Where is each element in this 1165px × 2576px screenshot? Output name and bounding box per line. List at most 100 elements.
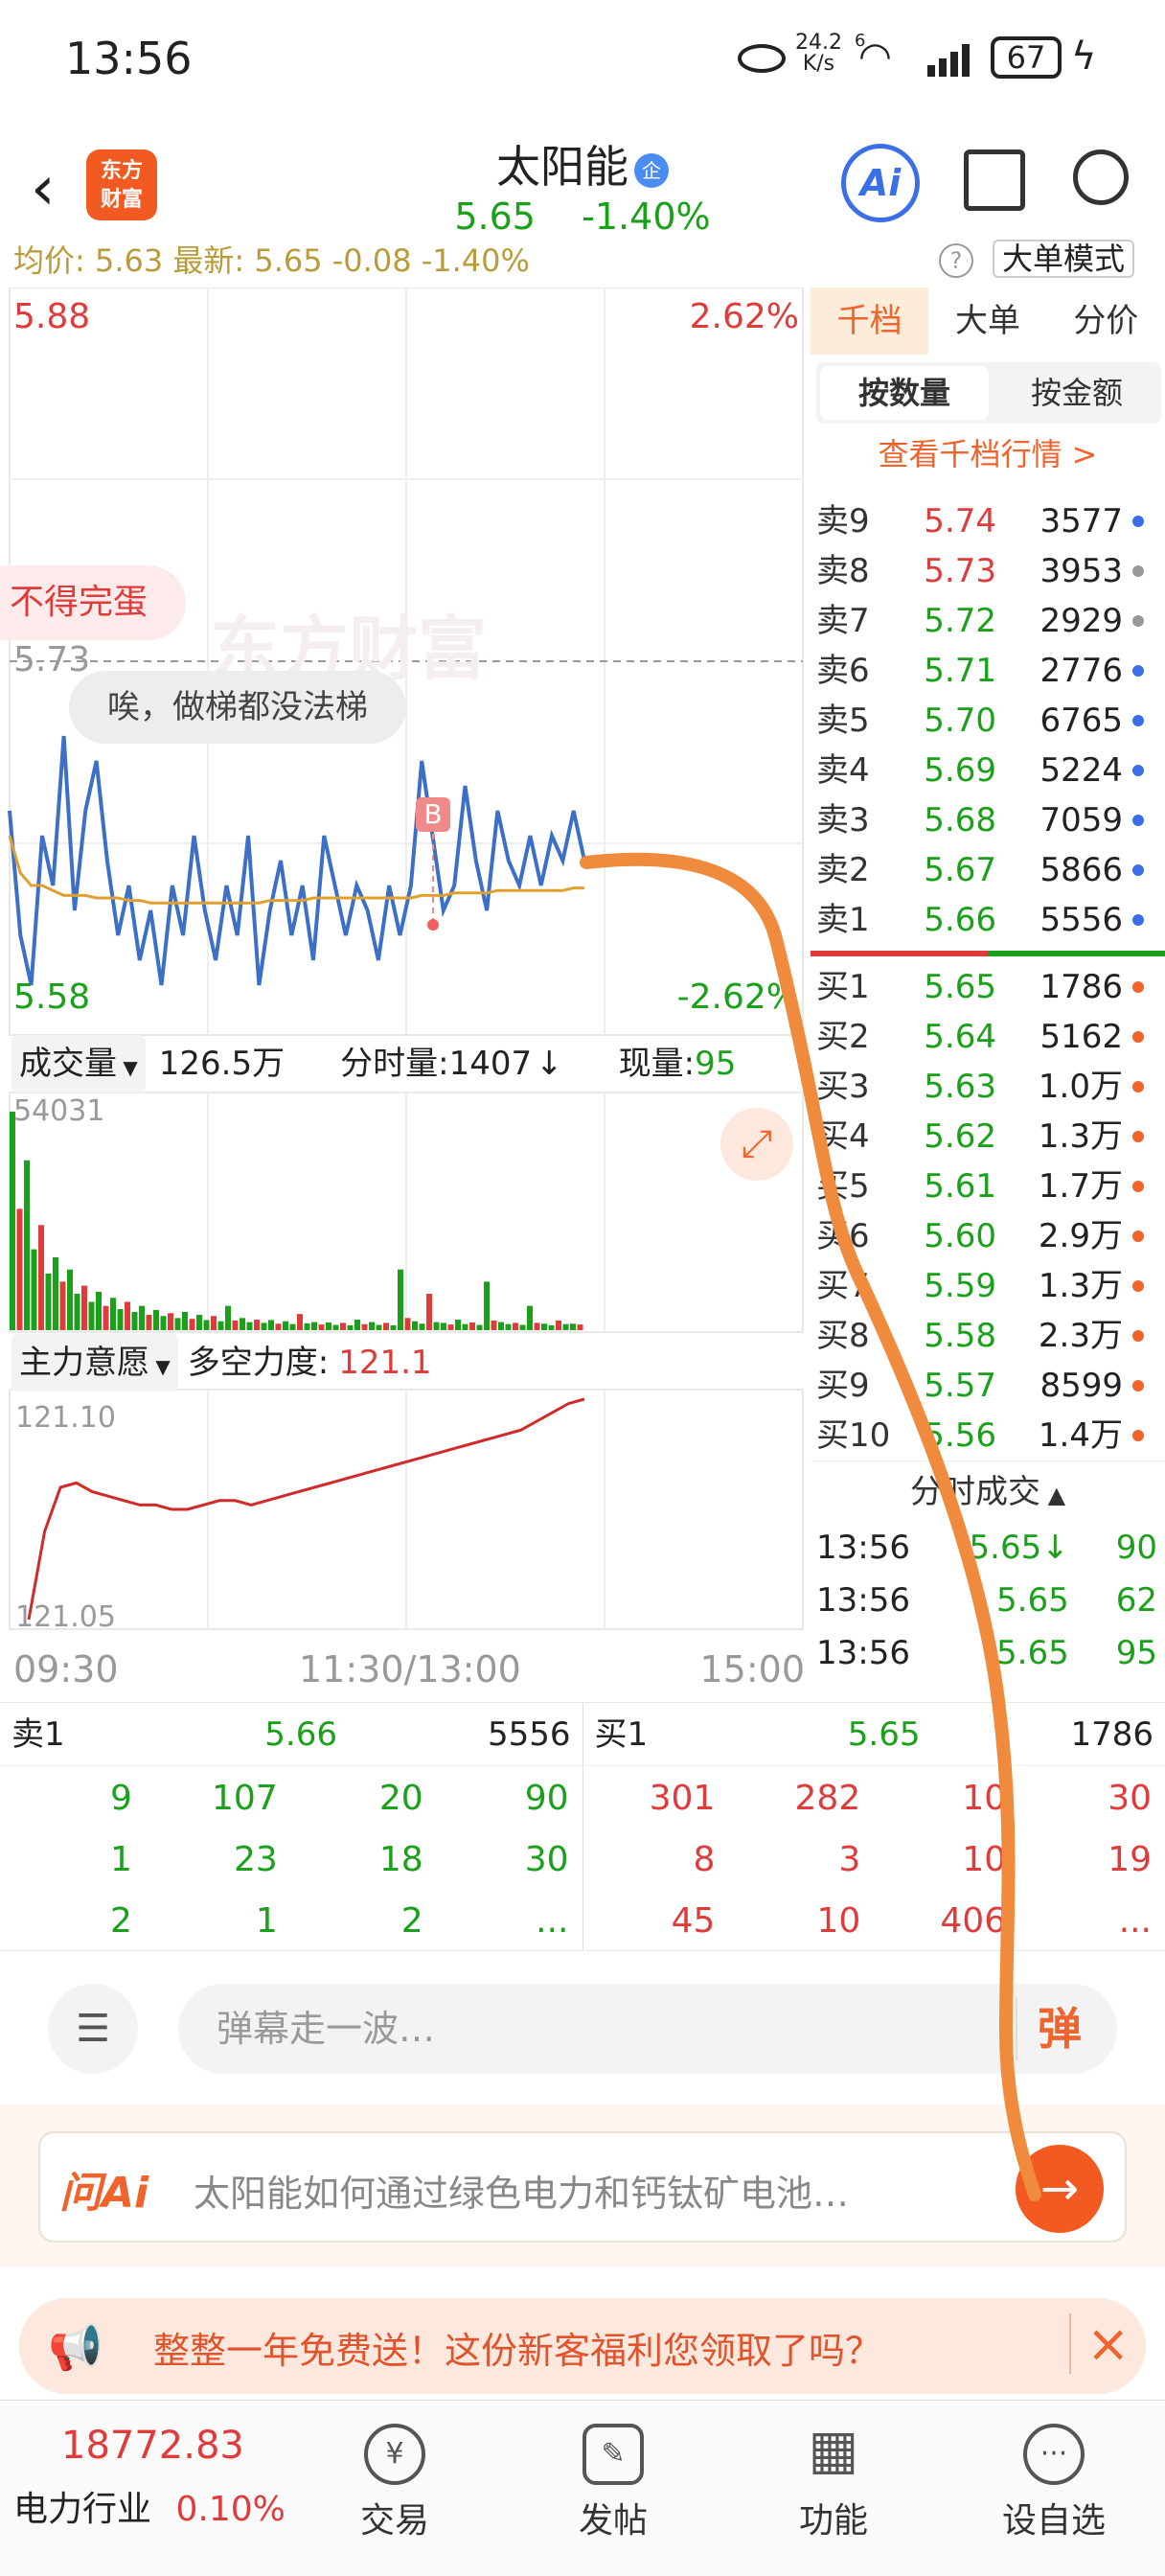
volume-selector[interactable]: 成交量 ▼ xyxy=(11,1035,146,1092)
order-row[interactable]: 卖1 5.66 5556 xyxy=(811,895,1165,945)
volume-bar xyxy=(318,1324,325,1330)
order-dot-icon xyxy=(1132,665,1144,677)
order-level-label: 卖1 xyxy=(816,901,870,939)
charging-icon: ϟ xyxy=(1071,34,1097,79)
nav-trade[interactable]: ¥ 交易 xyxy=(299,2401,491,2542)
queue-cell: 20 xyxy=(378,1779,423,1818)
order-row[interactable]: 买7 5.59 1.3万 xyxy=(811,1261,1165,1311)
order-volume: 5556 xyxy=(1039,901,1123,939)
order-row[interactable]: 卖7 5.72 2929 xyxy=(811,596,1165,646)
help-icon[interactable]: ? xyxy=(939,243,973,278)
volume-bar xyxy=(153,1309,159,1330)
volume-bar xyxy=(261,1322,267,1330)
order-row[interactable]: 卖3 5.68 7059 xyxy=(811,795,1165,845)
ask-ai-input[interactable]: 问Ai 太阳能如何通过绿色电力和钙钛矿电池… → xyxy=(38,2131,1127,2242)
share-icon[interactable] xyxy=(964,150,1025,211)
volume-bar xyxy=(354,1320,360,1330)
ai-button[interactable]: Ai xyxy=(841,144,920,222)
expand-icon[interactable]: ⤢ xyxy=(720,1108,793,1181)
nav-functions[interactable]: ▦ 功能 xyxy=(738,2401,929,2542)
tab-depth[interactable]: 千档 xyxy=(811,288,929,355)
volume-bar xyxy=(139,1305,145,1330)
order-row[interactable]: 买8 5.58 2.3万 xyxy=(811,1311,1165,1361)
order-row[interactable]: 买9 5.57 8599 xyxy=(811,1361,1165,1411)
mode-button[interactable]: 大单模式 xyxy=(993,240,1135,278)
close-icon[interactable]: × xyxy=(1069,2313,1130,2374)
order-row[interactable]: 卖9 5.74 3577 xyxy=(811,496,1165,546)
order-level-label: 卖6 xyxy=(816,652,870,690)
order-row[interactable]: 买6 5.60 2.9万 xyxy=(811,1211,1165,1261)
comment-bubble[interactable]: 唉，做梯都没法梯 xyxy=(69,671,406,744)
volume-bar xyxy=(361,1323,368,1330)
order-row[interactable]: 卖2 5.67 5866 xyxy=(811,845,1165,895)
subtab-by-amount[interactable]: 按金额 xyxy=(993,362,1161,424)
trade-row: 13:56 5.65 62 xyxy=(811,1575,1165,1627)
trades-header[interactable]: 分时成交 ▲ xyxy=(811,1460,1165,1522)
queue-cell: 107 xyxy=(212,1779,278,1818)
order-row[interactable]: 卖5 5.70 6765 xyxy=(811,696,1165,746)
nav-watchlist[interactable]: ··· 设自选 xyxy=(958,2401,1150,2542)
volume-bar xyxy=(369,1322,375,1330)
send-arrow-icon[interactable]: → xyxy=(1016,2145,1104,2233)
tab-price-dist[interactable]: 分价 xyxy=(1047,288,1165,355)
order-dot-icon xyxy=(1132,1430,1144,1441)
order-row[interactable]: 买4 5.62 1.3万 xyxy=(811,1112,1165,1162)
down-arrow-icon: ↓ xyxy=(536,1045,563,1083)
force-label: 多空力度: xyxy=(187,1344,330,1382)
queue-cell: 23 xyxy=(233,1840,278,1879)
nav-trade-label: 交易 xyxy=(359,2501,429,2541)
volume-bar xyxy=(103,1305,109,1330)
force-bottom-label: 121.05 xyxy=(15,1600,116,1634)
order-level-label: 卖8 xyxy=(816,552,870,590)
order-level-label: 买2 xyxy=(816,1018,870,1056)
intraday-chart-area[interactable]: 5.88 2.62% 5.73 5.58 -2.62% 东方财富 不得完蛋 唉，… xyxy=(0,288,805,1701)
order-row[interactable]: 买5 5.61 1.7万 xyxy=(811,1162,1165,1211)
order-dot-icon xyxy=(1132,565,1144,577)
order-row[interactable]: 买3 5.63 1.0万 xyxy=(811,1062,1165,1112)
volume-bar xyxy=(217,1321,224,1330)
order-dot-icon xyxy=(1132,1081,1144,1092)
order-price: 5.70 xyxy=(924,702,996,740)
nav-post[interactable]: ✎ 发帖 xyxy=(517,2401,709,2542)
order-price: 5.61 xyxy=(924,1167,996,1206)
comment-bubble[interactable]: 不得完蛋 xyxy=(0,565,187,640)
index-summary[interactable]: 18772.83 电力行业 0.10% xyxy=(0,2424,307,2531)
promo-banner[interactable]: 📢 整整一年免费送！这份新客福利您领取了吗？ × xyxy=(19,2298,1146,2394)
order-dot-icon xyxy=(1132,864,1144,876)
stock-name: 太阳能 xyxy=(496,141,628,193)
order-level-label: 卖7 xyxy=(816,602,870,640)
order-row[interactable]: 买1 5.65 1786 xyxy=(811,962,1165,1012)
time-axis-start: 09:30 xyxy=(13,1648,119,1690)
subtab-by-quantity[interactable]: 按数量 xyxy=(820,366,989,420)
danmu-send-button[interactable]: 弹 xyxy=(1016,1997,1102,2060)
order-row[interactable]: 卖4 5.69 5224 xyxy=(811,746,1165,795)
queue-cell: 18 xyxy=(378,1840,423,1879)
pct-top-label: 2.62% xyxy=(689,297,799,336)
order-row[interactable]: 卖8 5.73 3953 xyxy=(811,546,1165,596)
order-row[interactable]: 买10 5.56 1.4万 xyxy=(811,1411,1165,1460)
order-row[interactable]: 卖6 5.71 2776 xyxy=(811,646,1165,696)
book-divider xyxy=(811,951,1165,956)
order-volume: 1.7万 xyxy=(1038,1167,1123,1206)
nav-post-label: 发帖 xyxy=(578,2501,648,2541)
volume-bar xyxy=(125,1301,130,1330)
volume-bar xyxy=(383,1322,389,1330)
buy-marker[interactable]: B xyxy=(416,797,450,832)
trade-volume: 62 xyxy=(1115,1581,1158,1620)
trade-time: 13:56 xyxy=(816,1634,910,1672)
volume-total: 126.5万 xyxy=(158,1045,286,1083)
ask-ai-placeholder: 太阳能如何通过绿色电力和钙钛矿电池… xyxy=(194,2173,850,2215)
force-selector[interactable]: 主力意愿 ▼ xyxy=(11,1334,178,1392)
danmu-settings-icon[interactable]: ☰ xyxy=(48,1984,138,2074)
depth-link[interactable]: 查看千档行情 > xyxy=(811,424,1165,485)
queue-cell: 1 xyxy=(109,1840,132,1879)
order-row[interactable]: 买2 5.64 5162 xyxy=(811,1012,1165,1062)
volume-bar xyxy=(110,1298,116,1330)
queue-cell: 10 xyxy=(962,1779,1007,1818)
tab-big-order[interactable]: 大单 xyxy=(928,288,1046,355)
danmu-input[interactable]: 弹幕走一波… xyxy=(178,1984,1117,2074)
search-icon[interactable] xyxy=(1073,150,1129,205)
queue-cell: 90 xyxy=(524,1779,569,1818)
caret-up-icon: ▲ xyxy=(1039,1482,1066,1508)
volume-bar xyxy=(146,1314,152,1330)
